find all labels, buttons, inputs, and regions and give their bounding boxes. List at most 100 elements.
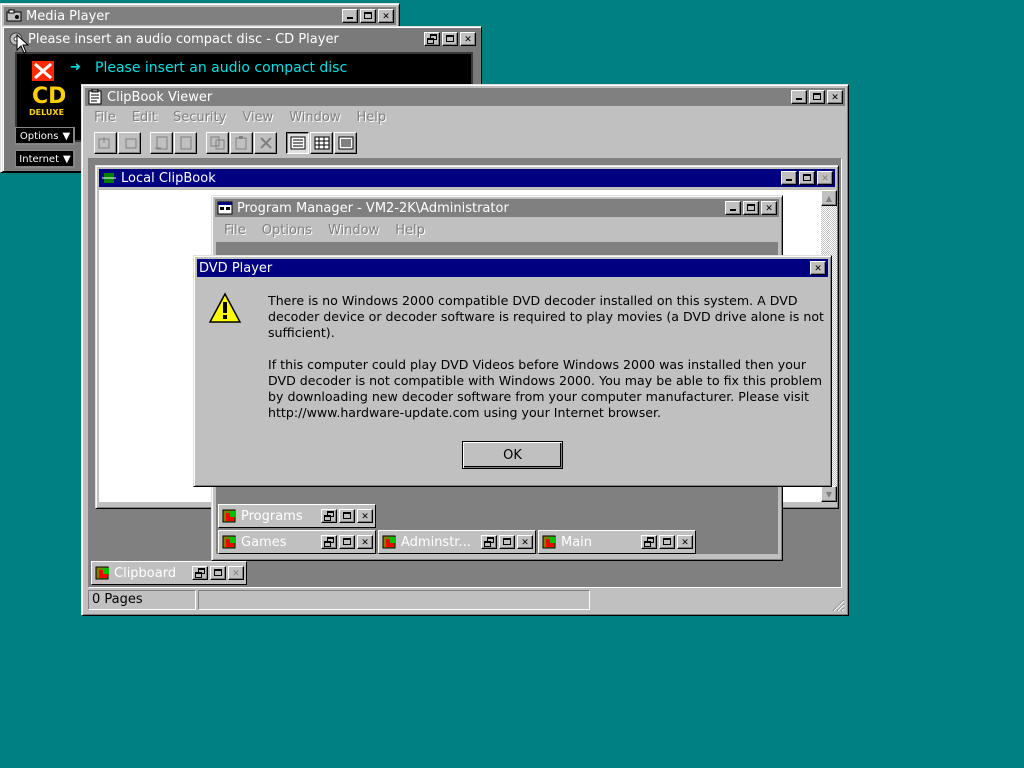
menu-options[interactable]: Options [254,223,320,238]
close-button[interactable] [810,261,826,275]
options-button[interactable]: Options ▼ [15,127,75,145]
disconnect-icon[interactable] [118,132,141,154]
copy-icon[interactable] [206,132,229,154]
menu-view[interactable]: View [234,110,281,125]
restore-button[interactable] [321,535,337,549]
restore-button[interactable] [481,535,497,549]
cd-logo-sub: DELUXE [29,108,64,117]
restore-button[interactable] [641,535,657,549]
maximize-button[interactable] [339,509,355,523]
clipbook-menubar: File Edit Security View Window Help [86,108,844,127]
maximize-button[interactable] [743,201,759,215]
local-clipbook-titlebar[interactable]: Local ClipBook [99,169,835,187]
group-label: Programs [241,508,303,524]
group-label: Main [561,534,593,550]
menu-help[interactable]: Help [348,110,394,125]
clipbook-toolbar [94,132,394,154]
program-manager-icon [217,200,233,216]
thumbnails-icon[interactable] [310,132,333,154]
dvd-dialog-titlebar[interactable]: DVD Player [197,259,828,277]
cd-display-text: Please insert an audio compact disc [95,60,348,76]
maximize-button[interactable] [809,90,825,104]
scroll-up-button[interactable]: ▲ [821,190,837,206]
maximize-button[interactable] [360,9,376,23]
clipbook-icon [87,88,103,105]
program-group-icon [542,535,556,549]
close-button[interactable] [460,32,476,46]
restore-button[interactable] [192,566,208,580]
group-main[interactable]: Main [538,530,696,554]
dvd-dialog-message-1: There is no Windows 2000 compatible DVD … [268,293,824,340]
menu-edit[interactable]: Edit [124,110,165,125]
program-group-icon [382,535,396,549]
close-button[interactable] [357,535,373,549]
minimize-button[interactable] [781,171,797,185]
group-label: Games [241,534,287,550]
paste-icon[interactable] [230,132,253,154]
minimize-button[interactable] [791,90,807,104]
close-button[interactable] [228,566,244,580]
maximize-button[interactable] [339,535,355,549]
program-group-icon [222,535,236,549]
maximize-button[interactable] [799,171,815,185]
program-manager-menubar: File Options Window Help [216,221,778,240]
status-pages-text: 0 Pages [92,592,143,607]
ok-button-label: OK [503,447,522,463]
media-player-titlebar[interactable]: Media Player [4,7,396,25]
close-button[interactable] [357,509,373,523]
status-pages: 0 Pages [88,590,196,610]
program-manager-title: Program Manager - VM2-2K\Administrator [237,200,509,216]
clipbook-titlebar[interactable]: ClipBook Viewer [85,88,845,106]
clipboard-label: Clipboard [114,565,177,581]
maximize-button[interactable] [210,566,226,580]
mouse-cursor-icon [16,33,30,58]
resize-grip-icon[interactable] [831,598,845,612]
local-clipbook-title: Local ClipBook [121,170,216,186]
menu-help[interactable]: Help [387,223,433,238]
media-player-icon [6,8,22,24]
clipbook-local-icon [101,170,117,186]
chevron-down-icon: ▼ [62,130,71,142]
scroll-down-button[interactable]: ▼ [821,486,837,502]
close-button[interactable] [677,535,693,549]
ok-button[interactable]: OK [462,441,563,469]
minimize-button[interactable] [725,201,741,215]
cd-player-titlebar[interactable]: Please insert an audio compact disc - CD… [6,30,478,48]
close-button[interactable] [378,9,394,23]
close-button[interactable] [827,90,843,104]
share-icon[interactable] [150,132,173,154]
internet-button[interactable]: Internet ▼ [15,150,75,168]
group-programs[interactable]: Programs [218,504,376,528]
restore-button[interactable] [424,32,440,46]
maximize-button[interactable] [659,535,675,549]
table-of-contents-icon[interactable] [286,132,309,154]
unshare-icon[interactable] [174,132,197,154]
maximize-button[interactable] [499,535,515,549]
menu-file[interactable]: File [86,110,124,125]
options-label: Options [19,130,59,142]
connect-icon[interactable] [94,132,117,154]
close-button[interactable] [761,201,777,215]
arrow-right-icon: ➜ [70,60,81,75]
minimize-button[interactable] [342,9,358,23]
menu-file[interactable]: File [216,223,254,238]
full-page-icon[interactable] [334,132,357,154]
maximize-button[interactable] [442,32,458,46]
program-group-icon [222,509,236,523]
media-player-title: Media Player [26,8,110,24]
close-button[interactable] [817,171,833,185]
delete-icon[interactable] [254,132,277,154]
menu-security[interactable]: Security [165,110,234,125]
group-administrative[interactable]: Adminstr... [378,530,536,554]
group-games[interactable]: Games [218,530,376,554]
close-button[interactable] [517,535,533,549]
dvd-player-dialog[interactable]: DVD Player There is no Windows 2000 comp… [193,255,832,487]
program-manager-titlebar[interactable]: Program Manager - VM2-2K\Administrator [215,199,779,217]
menu-window[interactable]: Window [281,110,348,125]
restore-button[interactable] [321,509,337,523]
group-label: Adminstr... [401,534,471,550]
clipboard-minimized[interactable]: Clipboard [91,561,247,585]
menu-window[interactable]: Window [320,223,387,238]
chevron-down-icon: ▼ [63,153,71,165]
dvd-dialog-title: DVD Player [199,260,273,276]
